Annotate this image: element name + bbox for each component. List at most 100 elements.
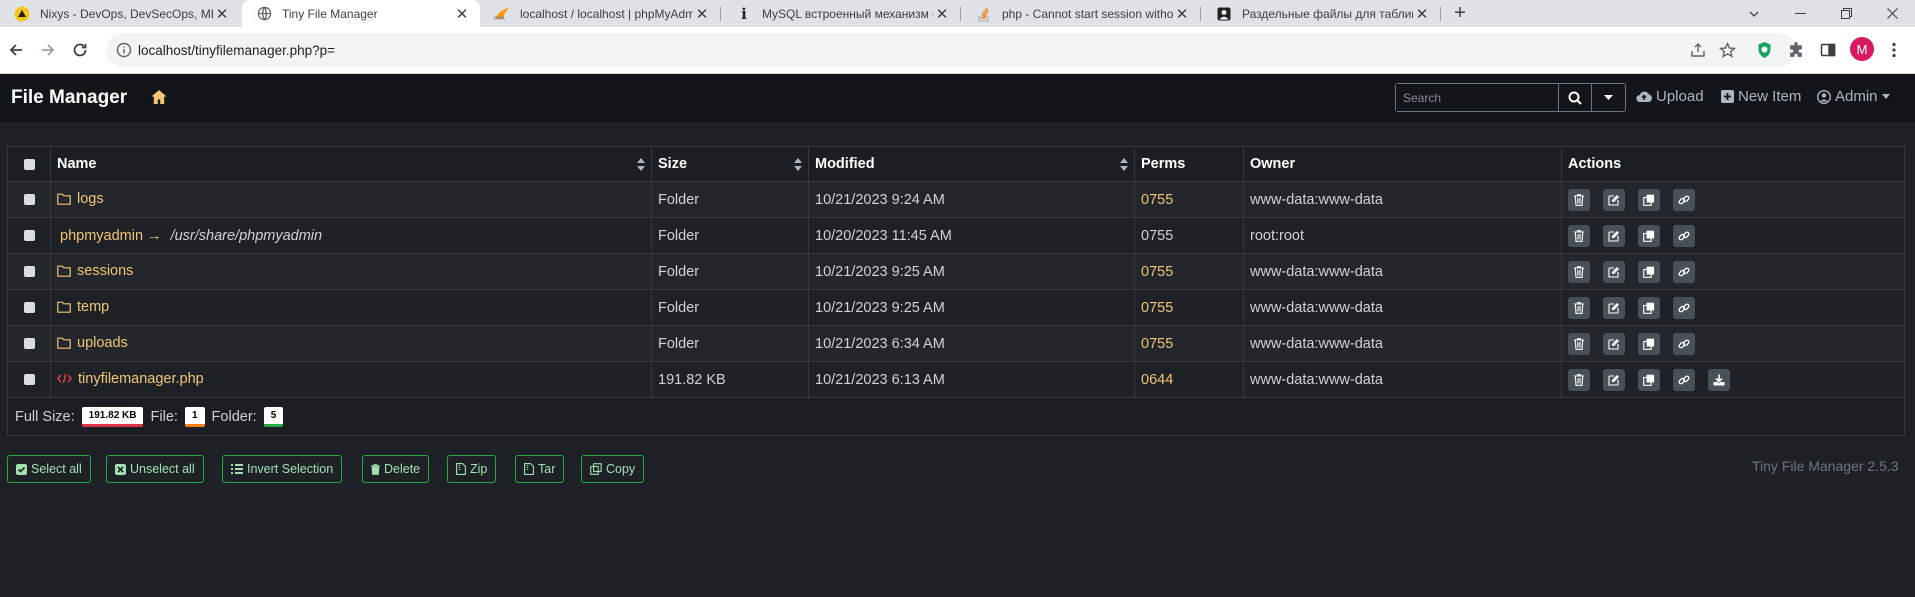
rename-action-button[interactable] bbox=[1603, 296, 1626, 319]
address-bar[interactable]: localhost/tinyfilemanager.php?p= bbox=[106, 33, 1796, 67]
row-checkbox[interactable] bbox=[23, 194, 35, 206]
direct-link-action-button[interactable] bbox=[1673, 368, 1696, 391]
delete-action-button[interactable] bbox=[1568, 332, 1590, 355]
size-cell: Folder bbox=[651, 181, 809, 218]
close-icon[interactable]: ✕ bbox=[213, 5, 231, 23]
extensions-puzzle-icon[interactable] bbox=[1786, 40, 1806, 60]
restore-icon[interactable] bbox=[1823, 0, 1869, 27]
home-icon[interactable] bbox=[150, 88, 168, 106]
download-action-button[interactable] bbox=[1708, 368, 1731, 391]
row-checkbox[interactable] bbox=[23, 374, 35, 386]
window-close-icon[interactable] bbox=[1869, 0, 1915, 27]
tar-button[interactable]: Tar bbox=[515, 455, 565, 483]
delete-action-button[interactable] bbox=[1568, 224, 1590, 247]
forward-icon[interactable] bbox=[36, 38, 60, 62]
rename-action-button[interactable] bbox=[1603, 332, 1626, 355]
rename-action-button[interactable] bbox=[1603, 260, 1626, 283]
delete-action-button[interactable] bbox=[1568, 368, 1590, 391]
row-checkbox[interactable] bbox=[23, 266, 35, 278]
row-checkbox[interactable] bbox=[23, 338, 35, 350]
tab-stackoverflow[interactable]: php - Cannot start session without error… bbox=[962, 0, 1200, 27]
symlink-link[interactable]: phpmyadmin → bbox=[60, 228, 162, 244]
perms-link[interactable]: 0755 bbox=[1141, 264, 1173, 280]
tab-nixys[interactable]: Nixys - DevOps, DevSecOps, MLOps ✕ bbox=[0, 0, 240, 27]
folder-link[interactable]: temp bbox=[57, 299, 109, 315]
select-all-button[interactable]: Select all bbox=[7, 455, 91, 483]
unselect-all-button[interactable]: Unselect all bbox=[106, 455, 204, 483]
copy-selected-button[interactable]: Copy bbox=[581, 455, 645, 483]
row-checkbox[interactable] bbox=[23, 302, 35, 314]
direct-link-action-button[interactable] bbox=[1673, 224, 1696, 247]
search-input[interactable] bbox=[1396, 84, 1558, 111]
site-info-icon[interactable] bbox=[116, 42, 132, 58]
direct-link-action-button[interactable] bbox=[1673, 260, 1696, 283]
perms-link[interactable]: 0644 bbox=[1141, 372, 1173, 388]
caret-down-icon bbox=[1881, 94, 1890, 99]
direct-link-action-button[interactable] bbox=[1673, 296, 1696, 319]
copy-action-button[interactable] bbox=[1638, 332, 1661, 355]
delete-action-button[interactable] bbox=[1568, 260, 1590, 283]
row-checkbox[interactable] bbox=[23, 230, 35, 242]
bookmark-star-icon[interactable] bbox=[1718, 41, 1736, 59]
download-icon bbox=[1713, 374, 1725, 385]
file-link[interactable]: tinyfilemanager.php bbox=[57, 371, 204, 387]
close-icon[interactable]: ✕ bbox=[453, 5, 471, 23]
admin-menu[interactable]: Admin bbox=[1817, 88, 1894, 105]
perms-link[interactable]: 0755 bbox=[1141, 192, 1173, 208]
column-header-name[interactable]: Name bbox=[50, 146, 652, 182]
new-tab-button[interactable]: + bbox=[1448, 0, 1472, 27]
browser-menu-icon[interactable] bbox=[1884, 40, 1904, 60]
folder-link[interactable]: sessions bbox=[57, 263, 133, 279]
tab-tiny-file-manager[interactable]: Tiny File Manager ✕ bbox=[242, 0, 480, 27]
actions-cell bbox=[1561, 253, 1905, 290]
copy-action-button[interactable] bbox=[1638, 296, 1661, 319]
copy-action-button[interactable] bbox=[1638, 188, 1661, 211]
close-icon[interactable]: ✕ bbox=[693, 5, 711, 23]
chevron-down-icon[interactable] bbox=[1591, 84, 1625, 111]
folder-link[interactable]: logs bbox=[57, 191, 104, 207]
tab-title: Nixys - DevOps, DevSecOps, MLOps bbox=[40, 6, 213, 21]
brand-title[interactable]: File Manager bbox=[11, 87, 127, 109]
perms-link[interactable]: 0755 bbox=[1141, 336, 1173, 352]
invert-selection-button[interactable]: Invert Selection bbox=[222, 455, 343, 483]
close-icon[interactable]: ✕ bbox=[1413, 5, 1431, 23]
direct-link-action-button[interactable] bbox=[1673, 332, 1696, 355]
search-icon[interactable] bbox=[1558, 84, 1591, 111]
zip-button[interactable]: Zip bbox=[447, 455, 497, 483]
perms-cell: 0755 bbox=[1134, 181, 1244, 218]
delete-action-button[interactable] bbox=[1568, 188, 1590, 211]
reload-icon[interactable] bbox=[68, 38, 92, 62]
rename-action-button[interactable] bbox=[1603, 224, 1626, 247]
shield-extension-icon[interactable] bbox=[1754, 40, 1774, 60]
folder-link[interactable]: uploads bbox=[57, 335, 128, 351]
delete-selected-button[interactable]: Delete bbox=[362, 455, 430, 483]
side-panel-icon[interactable] bbox=[1818, 40, 1838, 60]
tab-phpmyadmin[interactable]: PMA localhost / localhost | phpMyAdmin ✕ bbox=[480, 0, 720, 27]
column-header-modified[interactable]: Modified bbox=[808, 146, 1135, 182]
tab-mysql[interactable]: i MySQL встроенный механизм сохранения ✕ bbox=[722, 0, 960, 27]
rename-action-button[interactable] bbox=[1603, 188, 1626, 211]
back-icon[interactable] bbox=[4, 38, 28, 62]
tab-innodb[interactable]: Раздельные файлы для таблиц InnoDB ✕ bbox=[1202, 0, 1440, 27]
upload-button[interactable]: Upload bbox=[1636, 88, 1704, 105]
select-all-checkbox[interactable] bbox=[23, 158, 35, 170]
share-icon[interactable] bbox=[1689, 41, 1707, 59]
rename-action-button[interactable] bbox=[1603, 368, 1626, 391]
close-icon[interactable]: ✕ bbox=[1173, 5, 1191, 23]
new-item-button[interactable]: New Item bbox=[1721, 88, 1801, 105]
delete-action-button[interactable] bbox=[1568, 296, 1590, 319]
actions-cell bbox=[1561, 217, 1905, 254]
copy-action-button[interactable] bbox=[1638, 260, 1661, 283]
copy-action-button[interactable] bbox=[1638, 224, 1661, 247]
close-icon[interactable]: ✕ bbox=[933, 5, 951, 23]
direct-link-action-button[interactable] bbox=[1673, 188, 1696, 211]
copy-action-button[interactable] bbox=[1638, 368, 1661, 391]
tab-title: Раздельные файлы для таблиц InnoDB bbox=[1242, 6, 1413, 21]
column-header-size[interactable]: Size bbox=[651, 146, 809, 182]
tab-search-icon[interactable] bbox=[1731, 0, 1777, 27]
minimize-icon[interactable] bbox=[1777, 0, 1823, 27]
url-text[interactable]: localhost/tinyfilemanager.php?p= bbox=[138, 43, 335, 58]
perms-link[interactable]: 0755 bbox=[1141, 300, 1173, 316]
nixys-icon bbox=[14, 6, 30, 22]
profile-avatar[interactable]: M bbox=[1850, 37, 1874, 61]
